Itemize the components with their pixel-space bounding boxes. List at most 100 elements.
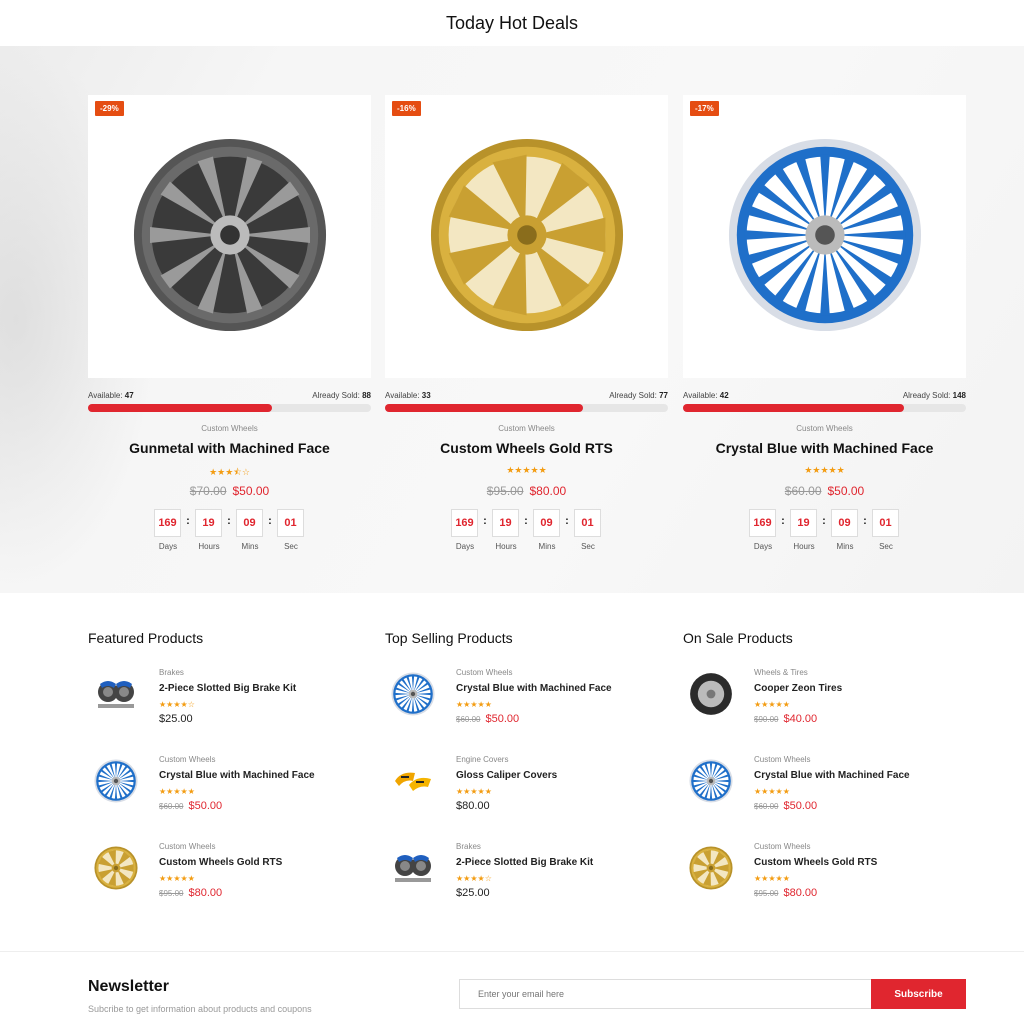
sold-progress-bar [88, 404, 371, 412]
list-item[interactable]: Brakes 2-Piece Slotted Big Brake Kit ★★★… [385, 842, 668, 912]
product-name[interactable]: Crystal Blue with Machined Face [683, 440, 966, 456]
product-prices: $25.00 [159, 713, 193, 725]
tire-icon[interactable] [689, 672, 733, 716]
rating-stars: ★★★★★ [754, 874, 790, 883]
caliper-covers-icon[interactable] [391, 759, 435, 803]
product-name[interactable]: Gloss Caliper Covers [456, 770, 557, 781]
product-category: Custom Wheels [456, 668, 513, 677]
rating-stars: ★★★★★ [754, 700, 790, 709]
product-category: Brakes [456, 842, 481, 851]
deal-card[interactable]: -17% Available: 42 Already Sold: 148 Cus… [683, 95, 966, 565]
brake-kit-icon[interactable] [94, 672, 138, 716]
sold-progress-fill [385, 404, 584, 412]
product-name[interactable]: Crystal Blue with Machined Face [754, 770, 910, 781]
available-count: Available: 47 [88, 391, 134, 400]
already-sold-count: Already Sold: 77 [609, 391, 668, 400]
old-price: $70.00 [189, 484, 227, 498]
top-selling-products-column: Top Selling Products Custom Wheels Cryst… [385, 630, 668, 899]
deal-card[interactable]: -29% Available: 47 Already Sold: 88 Cust… [88, 95, 371, 565]
list-item[interactable]: Custom Wheels Custom Wheels Gold RTS ★★★… [88, 842, 371, 912]
timer-days: 169 [154, 509, 181, 537]
discount-badge: -16% [392, 101, 421, 116]
product-prices: $25.00 [456, 887, 490, 899]
product-prices: $95.00 $80.00 [159, 887, 222, 899]
list-item[interactable]: Custom Wheels Crystal Blue with Machined… [88, 755, 371, 825]
timer-days-label: Days [455, 542, 475, 551]
deal-image-box[interactable]: -17% [683, 95, 966, 378]
timer-sec: 01 [872, 509, 899, 537]
price: $25.00 [159, 713, 193, 725]
deal-image-box[interactable]: -29% [88, 95, 371, 378]
product-wheel-image [727, 137, 923, 333]
timer-mins-label: Mins [836, 542, 854, 551]
price: $25.00 [456, 887, 490, 899]
blue-wheel-icon[interactable] [94, 759, 138, 803]
countdown-timer: 169 : 19 : 09 : 01 Days Hours Mins Sec [451, 509, 611, 554]
price: $50.00 [485, 713, 520, 725]
product-name[interactable]: Cooper Zeon Tires [754, 683, 842, 694]
timer-hours: 19 [790, 509, 817, 537]
product-name[interactable]: Crystal Blue with Machined Face [159, 770, 315, 781]
timer-days-label: Days [158, 542, 178, 551]
rating-stars: ★★★⯪☆ [209, 467, 250, 477]
timer-hours: 19 [492, 509, 519, 537]
product-name[interactable]: 2-Piece Slotted Big Brake Kit [456, 857, 593, 868]
sold-progress-bar [385, 404, 668, 412]
product-prices: $80.00 [456, 800, 490, 812]
deal-image-box[interactable]: -16% [385, 95, 668, 378]
product-category: Custom Wheels [159, 755, 216, 764]
footer-divider [0, 951, 1024, 952]
sale-price: $80.00 [529, 484, 567, 498]
timer-separator: : [822, 515, 826, 527]
product-prices: $60.00 $50.00 [456, 713, 519, 725]
discount-badge: -17% [690, 101, 719, 116]
timer-separator: : [268, 515, 272, 527]
list-item[interactable]: Wheels & Tires Cooper Zeon Tires ★★★★★ $… [683, 668, 966, 738]
brake-kit-icon[interactable] [391, 846, 435, 890]
product-prices: $95.00 $80.00 [754, 887, 817, 899]
rating-stars: ★★★★☆ [159, 700, 195, 709]
deal-card[interactable]: -16% Available: 33 Already Sold: 77 Cust… [385, 95, 668, 565]
product-prices: $95.00 $80.00 [385, 484, 668, 498]
product-name[interactable]: Gunmetal with Machined Face [88, 440, 371, 456]
product-name[interactable]: 2-Piece Slotted Big Brake Kit [159, 683, 296, 694]
product-prices: $60.00 $50.00 [159, 800, 222, 812]
timer-separator: : [524, 515, 528, 527]
newsletter-title: Newsletter [88, 978, 169, 995]
sale-price: $50.00 [827, 484, 865, 498]
sold-progress-bar [683, 404, 966, 412]
timer-mins: 09 [533, 509, 560, 537]
featured-products-column: Featured Products Brakes 2-Piece Slotted… [88, 630, 371, 899]
list-item[interactable]: Custom Wheels Crystal Blue with Machined… [683, 755, 966, 825]
product-name[interactable]: Custom Wheels Gold RTS [754, 857, 877, 868]
newsletter-email-input[interactable] [459, 979, 871, 1009]
product-name[interactable]: Crystal Blue with Machined Face [456, 683, 612, 694]
timer-separator: : [565, 515, 569, 527]
old-price: $60.00 [784, 484, 822, 498]
old-price: $60.00 [754, 802, 779, 811]
timer-hours-label: Hours [198, 542, 220, 551]
blue-wheel-icon[interactable] [391, 672, 435, 716]
list-item[interactable]: Custom Wheels Custom Wheels Gold RTS ★★★… [683, 842, 966, 912]
product-name[interactable]: Custom Wheels Gold RTS [385, 440, 668, 456]
timer-mins-label: Mins [538, 542, 556, 551]
available-count: Available: 33 [385, 391, 431, 400]
timer-days-label: Days [753, 542, 773, 551]
product-name[interactable]: Custom Wheels Gold RTS [159, 857, 282, 868]
blue-wheel-icon[interactable] [689, 759, 733, 803]
product-prices: $60.00 $50.00 [683, 484, 966, 498]
rating-stars: ★★★★★ [456, 787, 492, 796]
list-item[interactable]: Brakes 2-Piece Slotted Big Brake Kit ★★★… [88, 668, 371, 738]
list-item[interactable]: Engine Covers Gloss Caliper Covers ★★★★★… [385, 755, 668, 825]
price: $80.00 [456, 800, 490, 812]
product-category: Custom Wheels [754, 842, 811, 851]
subscribe-button[interactable]: Subscribe [871, 979, 966, 1009]
rating-stars: ★★★★★ [506, 465, 547, 475]
product-category: Brakes [159, 668, 184, 677]
product-category: Custom Wheels [498, 424, 555, 433]
product-wheel-image [132, 137, 328, 333]
gold-wheel-icon[interactable] [94, 846, 138, 890]
gold-wheel-icon[interactable] [689, 846, 733, 890]
list-item[interactable]: Custom Wheels Crystal Blue with Machined… [385, 668, 668, 738]
old-price: $95.00 [159, 889, 184, 898]
